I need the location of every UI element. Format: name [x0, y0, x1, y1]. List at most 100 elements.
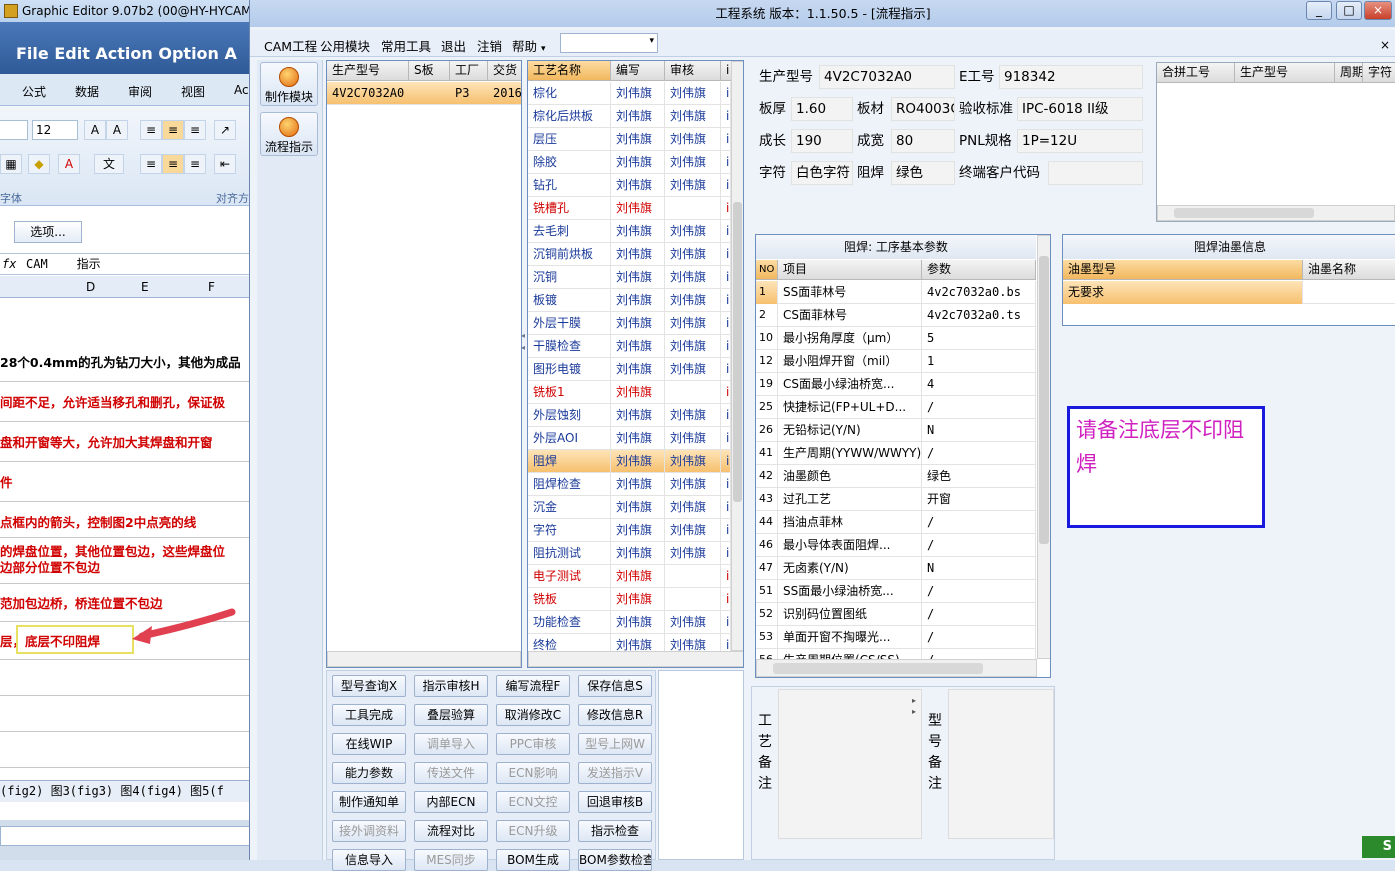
nav-flow-instruction[interactable]: 流程指示 — [260, 112, 318, 156]
phonetic-icon[interactable]: 文 — [94, 154, 124, 174]
table-row[interactable]: 棕化 刘伟旗 刘伟旗 i — [528, 82, 731, 105]
nav-make-module[interactable]: 制作模块 — [260, 62, 318, 106]
action-button[interactable]: 指示审核H — [414, 675, 488, 697]
bg-menubar[interactable]: File Edit Action Option A — [0, 22, 252, 74]
table-row[interactable]: 沉金 刘伟旗 刘伟旗 i — [528, 496, 731, 519]
eng-field[interactable]: 918342 — [999, 65, 1143, 89]
bg-scrollbar[interactable] — [0, 826, 252, 846]
minimize-button[interactable]: _ — [1306, 1, 1332, 20]
col-merge-model[interactable]: 生产型号 — [1235, 63, 1335, 83]
table-row[interactable]: 电子测试 刘伟旗 i — [528, 565, 731, 588]
col-e[interactable]: E — [141, 280, 149, 294]
action-button[interactable]: 传送文件 — [414, 762, 488, 784]
action-button[interactable]: BOM参数检查 — [578, 849, 652, 871]
border-icon[interactable]: ▦ — [0, 154, 22, 174]
sheet-row-empty[interactable] — [0, 696, 252, 732]
table-row[interactable]: 42 油墨颜色 绿色 — [756, 465, 1036, 488]
orientation-icon[interactable]: ↗ — [214, 120, 236, 140]
sheet-tabs[interactable]: (fig2) 图3(fig3) 图4(fig4) 图5(f — [0, 780, 252, 802]
maximize-button[interactable]: □ — [1336, 1, 1362, 20]
model-remark-textarea[interactable] — [948, 689, 1054, 839]
align-bottom-icon[interactable]: ≡ — [184, 120, 206, 140]
table-row[interactable]: 阻焊检查 刘伟旗 刘伟旗 i — [528, 473, 731, 496]
table-row[interactable]: 铣槽孔 刘伟旗 i — [528, 197, 731, 220]
menu-help[interactable]: 帮助 ▾ — [512, 36, 546, 55]
sheet-row[interactable]: 的焊盘位置，其他位置包边，这些焊盘位 边部分位置不包边 — [0, 538, 252, 584]
table-row[interactable]: 干膜检查 刘伟旗 刘伟旗 i — [528, 335, 731, 358]
mask-field[interactable]: 绿色 — [891, 161, 955, 185]
action-button[interactable]: 型号上网W — [578, 733, 652, 755]
status-tray-icon[interactable]: S — [1362, 836, 1395, 858]
table-row[interactable]: 52 识别码位置图纸 / — [756, 603, 1036, 626]
action-button[interactable]: ECN影响 — [496, 762, 570, 784]
params-v-scrollbar[interactable] — [1037, 235, 1050, 659]
col-param[interactable]: 参数 — [922, 260, 1036, 280]
table-row[interactable]: 25 快捷标记(FP+UL+D... / — [756, 396, 1036, 419]
action-button[interactable]: 能力参数 — [332, 762, 406, 784]
length-field[interactable]: 190 — [791, 129, 853, 153]
action-button[interactable]: 修改信息R — [578, 704, 652, 726]
close-button[interactable]: × — [1364, 1, 1392, 20]
col-delivery[interactable]: 交货 — [488, 61, 521, 81]
col-merge-no[interactable]: 合拼工号 — [1157, 63, 1235, 83]
splitter-handle[interactable]: ▸ ▸ — [912, 695, 916, 717]
table-row[interactable]: 19 CS面最小绿油桥宽... 4 — [756, 373, 1036, 396]
col-ink-name[interactable]: 油墨名称 — [1303, 260, 1395, 280]
col-s-board[interactable]: S板 — [409, 61, 450, 81]
grow-font-icon[interactable]: A — [84, 120, 106, 140]
formula-value[interactable]: CAM 指示 — [26, 254, 101, 274]
table-row[interactable]: 沉铜 刘伟旗 刘伟旗 i — [528, 266, 731, 289]
align-middle-icon[interactable]: ≡ — [162, 120, 184, 140]
options-button[interactable]: 选项... — [14, 221, 82, 243]
sheet-row[interactable]: 点框内的箭头，控制图2中点亮的线 — [0, 502, 252, 538]
action-button[interactable]: 发送指示V — [578, 762, 652, 784]
table-row[interactable]: 层压 刘伟旗 刘伟旗 i — [528, 128, 731, 151]
action-button[interactable]: 流程对比 — [414, 820, 488, 842]
font-color-icon[interactable]: A — [58, 154, 80, 174]
action-button[interactable]: 叠层验算 — [414, 704, 488, 726]
table-row[interactable]: 26 无铅标记(Y/N) N — [756, 419, 1036, 442]
table-row[interactable]: 41 生产周期(YYWW/WWYY) / — [756, 442, 1036, 465]
model-field[interactable]: 4V2C7032A0 — [819, 65, 955, 89]
table-row[interactable]: 1 SS面菲林号 4v2c7032a0.bs — [756, 281, 1036, 304]
table-row[interactable]: 沉铜前烘板 刘伟旗 刘伟旗 i — [528, 243, 731, 266]
char-field[interactable]: 白色字符 — [791, 161, 853, 185]
sheet-row-empty[interactable] — [0, 660, 252, 696]
col-merge-char[interactable]: 字符 — [1363, 63, 1395, 83]
col-no[interactable]: NO — [756, 260, 778, 280]
action-button[interactable]: 工具完成 — [332, 704, 406, 726]
table-row[interactable]: 图形电镀 刘伟旗 刘伟旗 i — [528, 358, 731, 381]
ribbon-tab-ac[interactable]: Ac — [234, 83, 249, 97]
menu-combobox[interactable]: ▾ — [560, 33, 658, 53]
table-row[interactable]: 棕化后烘板 刘伟旗 刘伟旗 i — [528, 105, 731, 128]
align-center-icon[interactable]: ≡ — [162, 154, 184, 174]
width-field[interactable]: 80 — [891, 129, 955, 153]
table-row[interactable]: 外层蚀刻 刘伟旗 刘伟旗 i — [528, 404, 731, 427]
align-left-icon[interactable]: ≡ — [140, 154, 162, 174]
action-button[interactable]: 编写流程F — [496, 675, 570, 697]
material-field[interactable]: RO4003C — [891, 97, 955, 121]
table-row[interactable]: 去毛刺 刘伟旗 刘伟旗 i — [528, 220, 731, 243]
col-merge-cycle[interactable]: 周期 — [1335, 63, 1363, 83]
action-button[interactable]: 制作通知单 — [332, 791, 406, 813]
ribbon-tab-data[interactable]: 数据 — [75, 83, 99, 100]
ribbon-tab-review[interactable]: 审阅 — [128, 83, 152, 100]
ribbon-tab-formula[interactable]: 公式 — [22, 83, 46, 100]
align-right-icon[interactable]: ≡ — [184, 154, 206, 174]
col-factory[interactable]: 工厂 — [450, 61, 488, 81]
process-remark-textarea[interactable] — [778, 689, 922, 839]
table-row[interactable]: 47 无卤素(Y/N) N — [756, 557, 1036, 580]
col-writer[interactable]: 编写 — [611, 61, 665, 81]
table-row[interactable]: 10 最小拐角厚度（μm） 5 — [756, 327, 1036, 350]
col-process-name[interactable]: 工艺名称 — [528, 61, 611, 81]
col-d[interactable]: D — [86, 280, 95, 294]
params-h-scrollbar[interactable] — [756, 659, 1037, 677]
process-v-scrollbar[interactable] — [731, 61, 743, 651]
action-button[interactable]: MES同步 — [414, 849, 488, 871]
close-icon[interactable]: × — [1380, 38, 1390, 52]
table-row[interactable]: 除胶 刘伟旗 刘伟旗 i — [528, 151, 731, 174]
align-top-icon[interactable]: ≡ — [140, 120, 162, 140]
menu-logout[interactable]: 注销 — [477, 36, 502, 55]
sheet-row[interactable]: 间距不足，允许适当移孔和删孔，保证极 — [0, 382, 252, 422]
table-row[interactable]: 板镀 刘伟旗 刘伟旗 i — [528, 289, 731, 312]
